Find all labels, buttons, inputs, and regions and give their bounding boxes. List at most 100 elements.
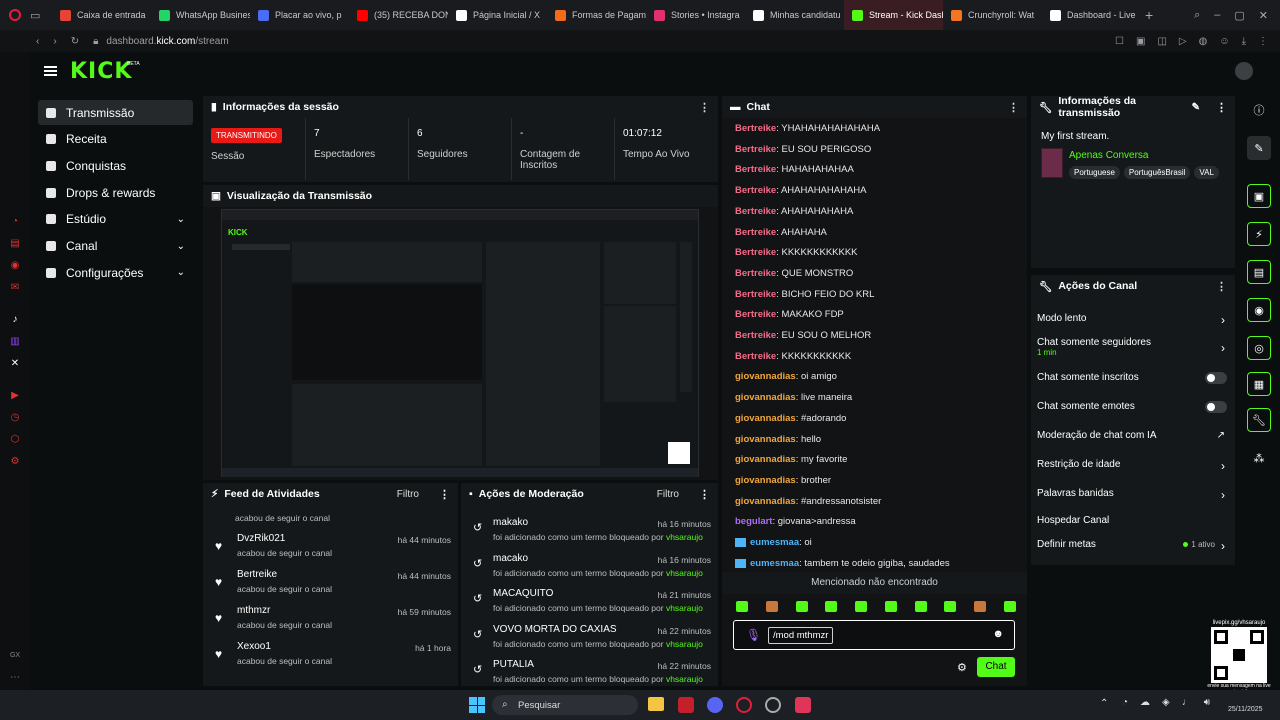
browser-tab[interactable]: Stream - Kick Dashb (844, 0, 943, 30)
undo-icon[interactable]: ↺ (473, 521, 482, 534)
messenger-icon[interactable]: ◉ (9, 260, 21, 272)
feed-username[interactable]: DvzRik021 (237, 533, 285, 544)
volume-icon[interactable]: 🔊︎ (1204, 697, 1210, 713)
chat-username[interactable]: giovannadias (735, 413, 796, 424)
reload-icon[interactable]: ↻ (71, 36, 79, 47)
discord-icon[interactable] (707, 697, 723, 713)
edit-rail-icon[interactable]: ✎ (1247, 136, 1271, 160)
chat-username[interactable]: eumesmaa (750, 537, 799, 548)
emote-icon[interactable] (1003, 601, 1016, 612)
chevron-down-icon[interactable]: ⌄ (177, 214, 185, 225)
screen-rail-icon[interactable]: ▣ (1247, 184, 1271, 208)
avatar[interactable] (1235, 62, 1253, 80)
moderator-name[interactable]: vhsaraujo (666, 603, 703, 613)
mic-tray-icon[interactable]: ♩ (1182, 697, 1192, 713)
moderation-filter-button[interactable]: Filtro (657, 489, 679, 500)
chat-username[interactable]: Bertreike (735, 351, 776, 362)
play-icon[interactable]: ▷ (1179, 36, 1187, 47)
emote-icon[interactable] (974, 601, 987, 612)
obs-icon[interactable] (765, 697, 781, 713)
bolt-rail-icon[interactable]: ⚡︎ (1247, 222, 1271, 246)
edit-icon[interactable]: ✎ (1192, 102, 1200, 113)
chevron-right-icon[interactable]: › (1221, 539, 1225, 553)
history-icon[interactable]: ◷ (9, 412, 21, 424)
stream-tag[interactable]: VAL (1194, 166, 1219, 179)
emote-icon[interactable] (765, 601, 778, 612)
kebab-menu-icon[interactable]: ⋮ (699, 101, 710, 114)
new-tab-icon[interactable]: + (1145, 7, 1153, 23)
bookmark-icon[interactable]: ☐ (1115, 36, 1124, 47)
minimize-icon[interactable]: – (1214, 9, 1220, 22)
chat-username[interactable]: Bertreike (735, 206, 776, 217)
chat-input[interactable]: /mod mthmzr (768, 627, 834, 644)
cloud-icon[interactable]: ☁︎ (1140, 697, 1150, 713)
undo-icon[interactable]: ↺ (473, 592, 482, 605)
chat-rail-icon[interactable]: ◉ (1247, 298, 1271, 322)
undo-icon[interactable]: ↺ (473, 663, 482, 676)
shop-icon[interactable]: ▤ (9, 238, 21, 250)
sidebar-item[interactable]: Transmissão (38, 100, 193, 125)
maximize-icon[interactable]: ▢ (1234, 9, 1244, 22)
gmail-icon[interactable]: ✉ (9, 282, 21, 294)
browser-tab[interactable]: Caixa de entrada (52, 0, 151, 30)
chevron-down-icon[interactable]: ⌄ (177, 267, 185, 278)
sidebar-item[interactable]: Receita (38, 127, 193, 152)
stream-tag[interactable]: PortuguêsBrasil (1123, 166, 1191, 179)
stream-tag[interactable]: Portuguese (1069, 166, 1120, 179)
channel-action-item[interactable]: Definir metas 1 ativo › (1037, 539, 1227, 563)
chat-username[interactable]: Bertreike (735, 309, 776, 320)
opera-taskbar-icon[interactable] (736, 697, 752, 713)
shield-tray-icon[interactable]: ◈ (1162, 697, 1170, 713)
browser-tab[interactable]: (35) RECEBA DON (349, 0, 448, 30)
emoji-icon[interactable]: ☻ (992, 628, 1004, 640)
close-window-icon[interactable]: ✕ (1259, 9, 1268, 22)
extensions-side-icon[interactable]: ⬡ (9, 434, 21, 446)
emote-icon[interactable] (944, 601, 957, 612)
feed-kebab-icon[interactable]: ⋮ (439, 488, 450, 501)
layout-rail-icon[interactable]: ▦ (1247, 372, 1271, 396)
moderator-name[interactable]: vhsaraujo (666, 532, 703, 542)
chat-username[interactable]: Bertreike (735, 164, 776, 175)
connections-rail-icon[interactable]: ⁂ (1247, 446, 1271, 470)
microphone-icon[interactable]: 🎙︎ (746, 628, 761, 642)
chat-username[interactable]: Bertreike (735, 144, 776, 155)
chevron-right-icon[interactable]: › (1221, 313, 1225, 327)
chat-username[interactable]: giovannadias (735, 371, 796, 382)
emote-icon[interactable] (795, 601, 808, 612)
menu-icon[interactable]: ⋮ (1258, 36, 1268, 47)
emote-icon[interactable] (884, 601, 897, 612)
browser-tab[interactable]: Stories • Instagra (646, 0, 745, 30)
broadcast-rail-icon[interactable]: ◎ (1247, 336, 1271, 360)
snapshot-icon[interactable]: ◫ (1157, 36, 1166, 47)
download-icon[interactable]: ⤓ (1242, 36, 1246, 47)
chat-username[interactable]: Bertreike (735, 227, 776, 238)
chevron-right-icon[interactable]: › (1221, 341, 1225, 355)
moderator-name[interactable]: vhsaraujo (666, 568, 703, 578)
aria-icon[interactable]: ◔ (9, 216, 21, 228)
more-icon[interactable]: ⋯ (9, 672, 21, 684)
browser-tab[interactable]: Crunchyroll: Wat (943, 0, 1042, 30)
settings-icon[interactable]: ⚙ (9, 456, 21, 468)
channel-action-item[interactable]: Hospedar Canal (1037, 515, 1227, 539)
chat-username[interactable]: Bertreike (735, 185, 776, 196)
stream-video-player[interactable]: KICK (221, 209, 699, 477)
chat-kebab-icon[interactable]: ⋮ (1008, 101, 1019, 114)
chat-send-button[interactable]: Chat (977, 657, 1015, 677)
browser-tab[interactable]: Dashboard - Live (1042, 0, 1141, 30)
undo-icon[interactable]: ↺ (473, 557, 482, 570)
browser-tab[interactable]: Formas de Pagam (547, 0, 646, 30)
feed-username[interactable]: Xexoo1 (237, 641, 271, 652)
channel-action-item[interactable]: Restrição de idade › (1037, 459, 1227, 483)
browser-tab[interactable]: Página Inicial / X (448, 0, 547, 30)
channel-action-item[interactable]: Moderação de chat com IA ↗ (1037, 430, 1227, 454)
sidebar-item[interactable]: Canal ⌄ (38, 234, 193, 259)
sidebar-item[interactable]: Conquistas (38, 153, 193, 178)
kick-logo[interactable]: KICK (70, 59, 132, 84)
undo-icon[interactable]: ↺ (473, 628, 482, 641)
sidebar-item[interactable]: Configurações ⌄ (38, 260, 193, 285)
channel-action-item[interactable]: Chat somente inscritos (1037, 372, 1227, 396)
chat-username[interactable]: Bertreike (735, 247, 776, 258)
toggle-switch[interactable] (1205, 401, 1227, 413)
chevron-right-icon[interactable]: › (1221, 488, 1225, 502)
stream-info-kebab-icon[interactable]: ⋮ (1216, 101, 1227, 114)
